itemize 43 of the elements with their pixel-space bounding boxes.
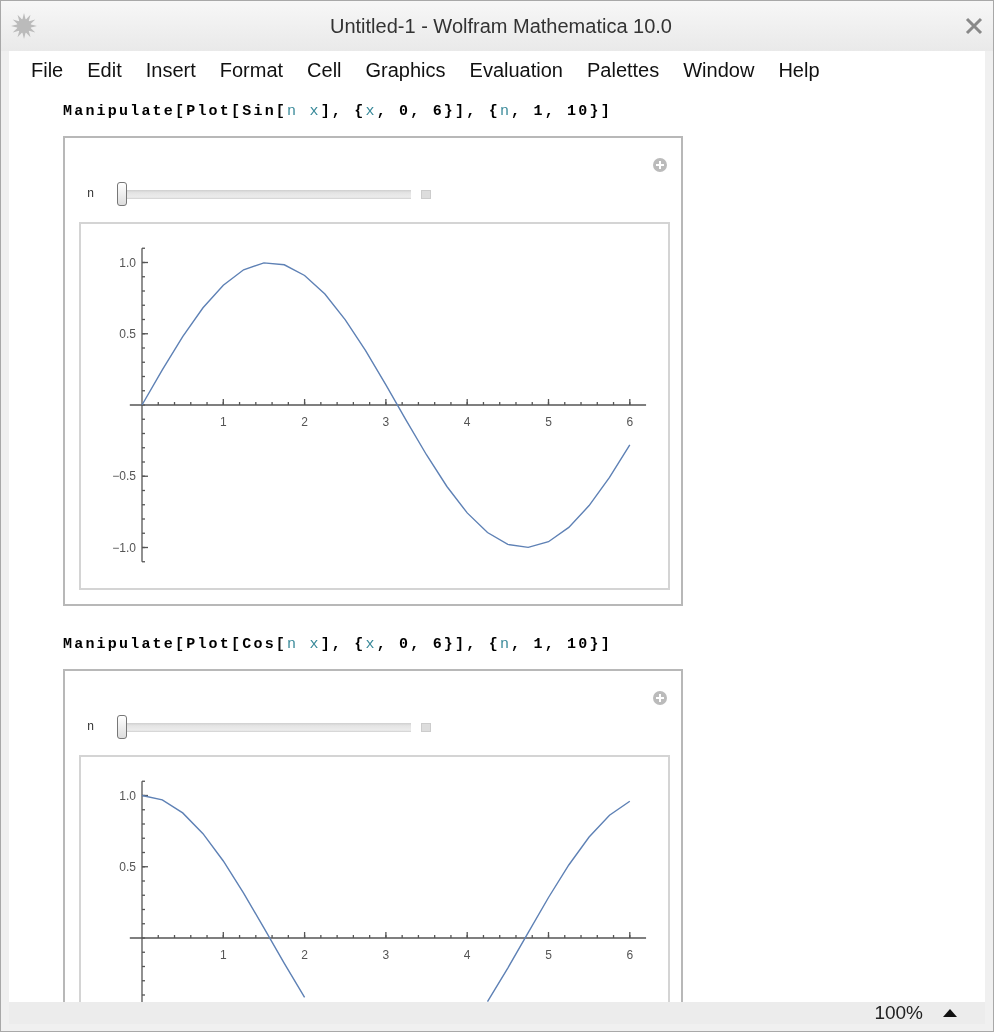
menu-item[interactable]: Insert — [133, 58, 208, 82]
tick-label: 0.5 — [119, 859, 136, 874]
tick-label: −1.0 — [112, 540, 136, 555]
tick-label: 6 — [626, 415, 634, 429]
tick-label: 6 — [626, 948, 634, 962]
tick-label: 1.0 — [119, 788, 136, 803]
zoom-level[interactable]: 100% — [874, 1002, 923, 1024]
tick-label: 1 — [219, 415, 227, 429]
menu-item[interactable]: Evaluation — [457, 58, 575, 82]
tick-label: 1.0 — [119, 255, 136, 270]
tick-label: 0.5 — [119, 326, 136, 341]
tick-label: 5 — [545, 948, 552, 962]
input-cell[interactable]: Manipulate[Plot[Sin[n x], {x, 0, 6}], {n, 1, 10}] — [63, 103, 985, 120]
menu-item[interactable]: File — [19, 58, 76, 82]
slider-label: n — [87, 187, 96, 201]
plus-icon[interactable] — [653, 691, 667, 705]
tick-label: 2 — [301, 948, 308, 962]
tick-label: 2 — [301, 415, 308, 429]
tick-label: 5 — [545, 415, 552, 429]
slider-thumb[interactable] — [117, 182, 127, 206]
tick-label: 3 — [382, 948, 390, 962]
menu-item[interactable]: Palettes — [574, 58, 672, 82]
window-title: Untitled-1 - Wolfram Mathematica 10.0 — [330, 14, 672, 38]
slider-thumb[interactable] — [117, 715, 127, 739]
plus-icon[interactable] — [653, 158, 667, 172]
close-icon[interactable] — [965, 17, 983, 35]
slider-label: n — [87, 720, 96, 734]
caret-up-icon[interactable] — [943, 1009, 957, 1017]
menu-item[interactable]: Format — [207, 58, 296, 82]
tick-label: 1 — [219, 948, 227, 962]
tick-label: 3 — [382, 415, 390, 429]
menu-item[interactable]: Window — [671, 58, 767, 82]
tick-label: −0.5 — [112, 469, 136, 484]
square-icon[interactable] — [421, 722, 431, 732]
menu-item[interactable]: Help — [766, 58, 832, 82]
tick-label: 4 — [463, 415, 471, 429]
tick-label: 4 — [463, 948, 471, 962]
sunburst-icon[interactable] — [11, 13, 37, 39]
input-cell[interactable]: Manipulate[Plot[Cos[n x], {x, 0, 6}], {n, 1, 10}] — [63, 636, 985, 653]
menu-item[interactable]: Edit — [75, 58, 134, 82]
square-icon[interactable] — [421, 189, 431, 199]
menu-item[interactable]: Cell — [295, 58, 354, 82]
menu-item[interactable]: Graphics — [353, 58, 458, 82]
